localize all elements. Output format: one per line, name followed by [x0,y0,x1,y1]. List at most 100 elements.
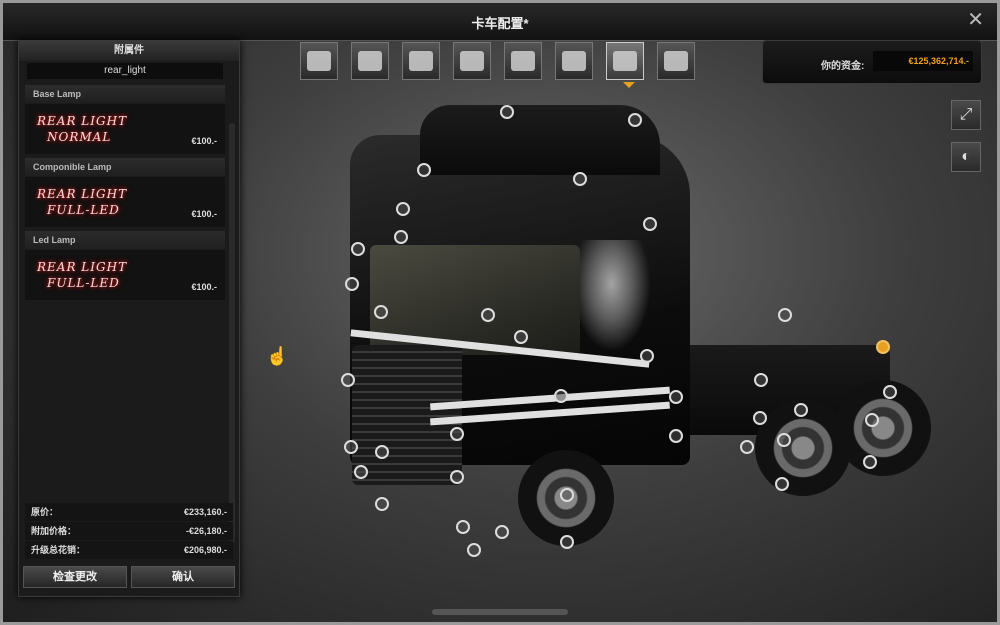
item-logo-line2: NORMAL [47,130,112,144]
accessory-hotspot[interactable] [643,217,657,231]
accessory-hotspot[interactable] [560,535,574,549]
accessory-hotspot[interactable] [753,411,767,425]
accessory-hotspot[interactable] [345,277,359,291]
accessory-hotspot[interactable] [500,105,514,119]
truck-grille [352,345,462,485]
list-scrollbar[interactable] [229,123,235,543]
accessory-hotspot[interactable] [354,465,368,479]
tab-accessories[interactable] [606,42,644,80]
accessory-hotspot[interactable] [394,230,408,244]
accessory-hotspot[interactable] [865,413,879,427]
item-logo-line1: REAR LIGHT [37,114,128,128]
accessory-hotspot[interactable] [456,520,470,534]
selected-hotspot[interactable] [876,340,890,354]
fullscreen-icon[interactable]: ⤢ [951,100,981,130]
tab-truck-front[interactable] [300,42,338,80]
accessory-hotspot[interactable] [669,429,683,443]
category-tabs [300,42,695,80]
window-title: 卡车配置* [471,16,529,31]
item-price: €100.- [191,136,217,146]
extra-price-value: -€26,180.- [185,526,227,536]
funds-value: €125,362,714.- [873,51,973,71]
tab-paint[interactable] [657,42,695,80]
accessory-hotspot[interactable] [883,385,897,399]
accessory-hotspot[interactable] [344,440,358,454]
accessory-hotspot[interactable] [740,440,754,454]
accessory-hotspot[interactable] [777,433,791,447]
accessory-hotspot[interactable] [628,113,642,127]
truck-3d-view[interactable] [330,105,931,585]
accessory-hotspot[interactable] [374,305,388,319]
tab-chassis[interactable] [351,42,389,80]
total-cost-label: 升级总花销： [31,545,86,555]
funds-box: 你的资金: €125,362,714.- [762,40,982,84]
accessory-hotspot[interactable] [341,373,355,387]
accessory-hotspot[interactable] [640,349,654,363]
accessory-hotspot[interactable] [754,373,768,387]
total-cost-value: €206,980.- [183,545,227,555]
chassis-icon [358,51,382,71]
accessory-hotspot[interactable] [467,543,481,557]
item-price: €100.- [191,282,217,292]
item-logo-line2: FULL-LED [47,276,120,290]
headlight-icon[interactable]: ◐ [951,142,981,172]
original-price-label: 原价： [31,507,59,517]
accessory-hotspot[interactable] [450,427,464,441]
accessory-hotspot[interactable] [375,445,389,459]
accessory-hotspot[interactable] [794,403,808,417]
tab-cabin-interior[interactable] [504,42,542,80]
accessory-hotspot[interactable] [775,477,789,491]
extra-price-row: 附加价格： -€26,180.- [25,522,233,540]
tab-truck-side[interactable] [555,42,593,80]
accessory-panel: 附属件 rear_light Base Lamp REAR LIGHT NORM… [18,40,240,597]
panel-header: 附属件 [19,41,239,61]
accessory-item[interactable]: REAR LIGHT FULL-LED €100.- [25,177,225,227]
accessory-hotspot[interactable] [417,163,431,177]
review-changes-button[interactable]: 检查更改 [23,566,127,588]
close-icon[interactable]: ✕ [967,10,984,30]
accessory-hotspot[interactable] [573,172,587,186]
funds-label: 你的资金: [821,61,865,72]
category-header: Led Lamp [25,231,225,249]
extra-price-label: 附加价格： [31,526,77,536]
accessory-list: Base Lamp REAR LIGHT NORMAL €100.- Compo… [25,81,225,541]
accessory-hotspot[interactable] [560,488,574,502]
item-logo-line1: REAR LIGHT [37,260,128,274]
transmission-icon [460,51,484,71]
truck-side-icon [562,51,586,71]
view-slider[interactable] [432,609,568,615]
accessories-icon [613,51,637,71]
accessory-hotspot[interactable] [396,202,410,216]
truck-front-icon [307,51,331,71]
panel-buttons: 检查更改 确认 [23,566,235,588]
active-tab-indicator [623,82,635,88]
lion-decal [580,240,650,350]
accessory-hotspot[interactable] [514,330,528,344]
truck-roof [420,105,660,175]
mouse-cursor-icon: ☝ [266,346,289,366]
accessory-hotspot[interactable] [450,470,464,484]
accessory-item[interactable]: REAR LIGHT FULL-LED €100.- [25,250,225,300]
accessory-hotspot[interactable] [481,308,495,322]
item-logo-line2: FULL-LED [47,203,120,217]
accessory-item[interactable]: REAR LIGHT NORMAL €100.- [25,104,225,154]
accessory-hotspot[interactable] [554,389,568,403]
original-price-row: 原价： €233,160.- [25,503,233,521]
accessory-hotspot[interactable] [669,390,683,404]
cabin-interior-icon [511,51,535,71]
accessory-hotspot[interactable] [351,242,365,256]
original-price-value: €233,160.- [183,507,227,517]
confirm-button[interactable]: 确认 [131,566,235,588]
accessory-hotspot[interactable] [778,308,792,322]
total-cost-row: 升级总花销： €206,980.- [25,541,233,559]
tab-engine[interactable] [402,42,440,80]
accessory-hotspot[interactable] [375,497,389,511]
paint-icon [664,51,688,71]
category-header: Componible Lamp [25,158,225,176]
item-price: €100.- [191,209,217,219]
title-bar: 卡车配置* ✕ [0,0,1000,41]
item-logo-line1: REAR LIGHT [37,187,128,201]
tab-transmission[interactable] [453,42,491,80]
accessory-hotspot[interactable] [863,455,877,469]
accessory-hotspot[interactable] [495,525,509,539]
